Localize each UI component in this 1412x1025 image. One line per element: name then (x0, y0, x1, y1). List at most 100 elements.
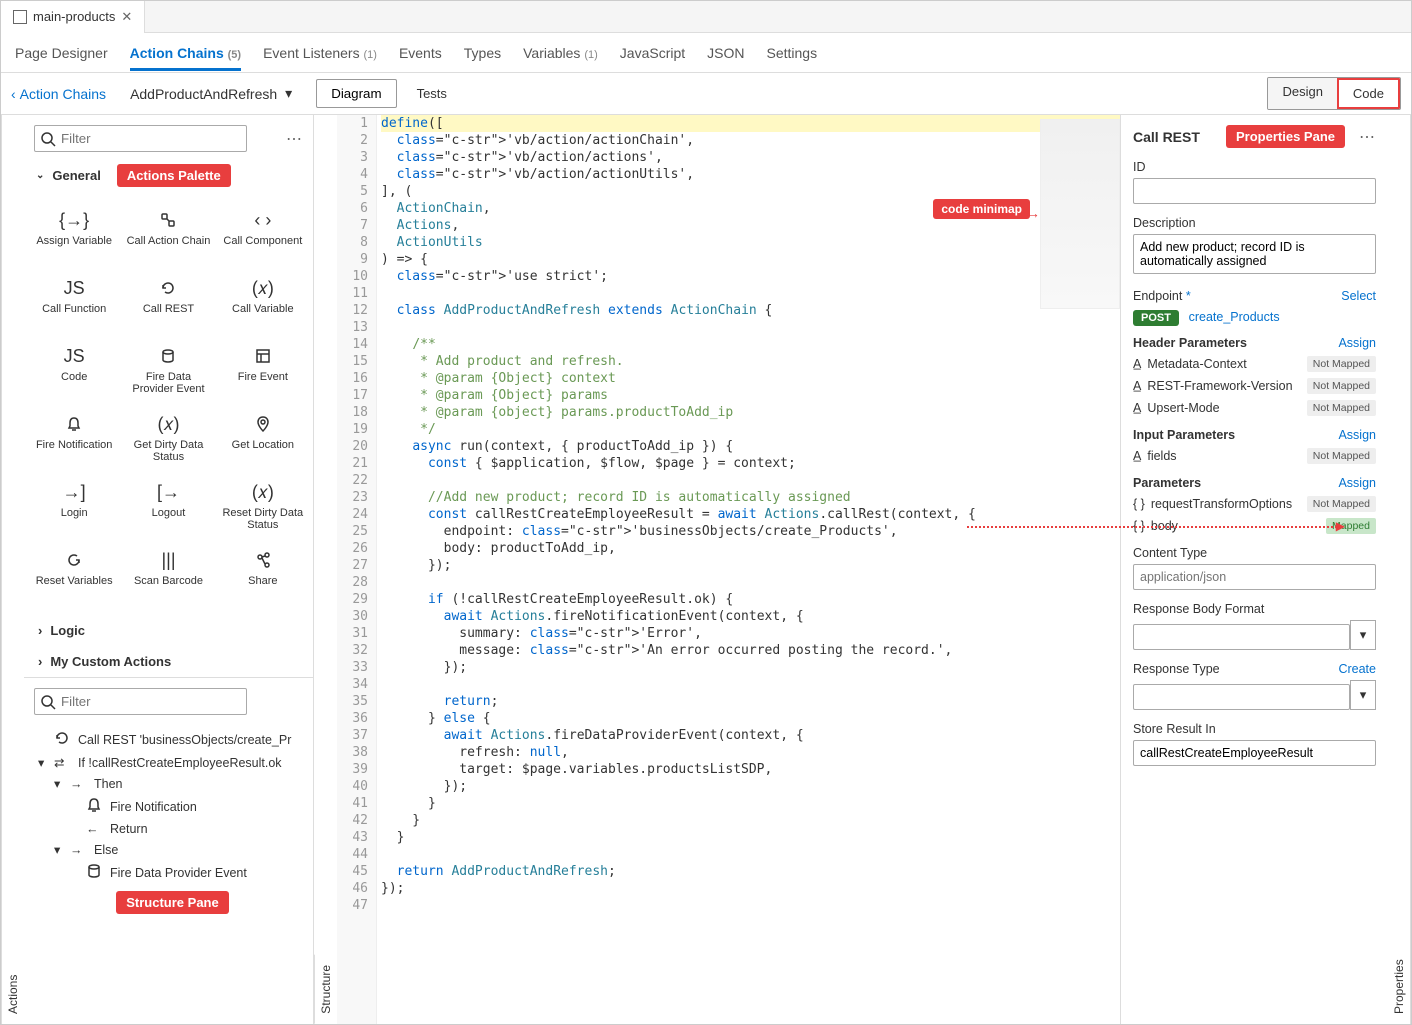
general-section-header[interactable]: ⌄ General Actions Palette (24, 158, 313, 193)
header-param-row[interactable]: A̲ Upsert-ModeNot Mapped (1133, 400, 1376, 416)
tab-action-chains[interactable]: Action Chains (5) (130, 35, 241, 71)
header-assign-link[interactable]: Assign (1338, 336, 1376, 350)
structure-row[interactable]: Call REST 'businessObjects/create_Pr (38, 727, 305, 752)
toolbar: ‹ Action Chains AddProductAndRefresh ▾ D… (1, 73, 1411, 115)
logic-section-header[interactable]: › Logic (24, 615, 313, 646)
resp-type-dropdown[interactable]: ▾ (1350, 680, 1376, 710)
palette-item-icon: {→} (59, 209, 89, 231)
properties-pane: Call REST Properties Pane ⋯ ID Descripti… (1120, 115, 1388, 1024)
code-minimap[interactable] (1040, 119, 1120, 309)
palette-item[interactable]: Call Action Chain (122, 201, 214, 267)
resp-format-dropdown[interactable]: ▾ (1350, 620, 1376, 650)
palette-item-icon: ‹ › (254, 209, 271, 231)
palette-filter-input[interactable] (34, 125, 247, 152)
id-input[interactable] (1133, 178, 1376, 204)
desc-label: Description (1133, 216, 1376, 230)
view-toggle: Design Code (1267, 77, 1401, 110)
tab-variables[interactable]: Variables (1) (523, 35, 598, 71)
structure-row[interactable]: ←Return (38, 819, 305, 839)
palette-item[interactable]: (𝑥)Call Variable (217, 269, 309, 335)
resp-format-input[interactable] (1133, 624, 1350, 650)
structure-row[interactable]: ▾→Then (38, 773, 305, 794)
structure-row[interactable]: ▾⇄If !callRestCreateEmployeeResult.ok (38, 752, 305, 773)
palette-item[interactable]: JSCall Function (28, 269, 120, 335)
tab-settings[interactable]: Settings (766, 35, 817, 71)
palette-item[interactable]: |||Scan Barcode (122, 541, 214, 607)
properties-vertical-label[interactable]: Properties (1388, 115, 1411, 1024)
palette-item[interactable]: Call REST (122, 269, 214, 335)
palette-item[interactable]: Fire Event (217, 337, 309, 403)
palette-item-label: Code (61, 371, 87, 383)
param-status: Not Mapped (1307, 448, 1376, 464)
input-assign-link[interactable]: Assign (1338, 428, 1376, 442)
chevron-down-icon: ▾ (285, 85, 292, 102)
structure-vertical-label[interactable]: Structure (314, 955, 337, 1024)
param-row[interactable]: { } requestTransformOptionsNot Mapped (1133, 496, 1376, 512)
params-assign-link[interactable]: Assign (1338, 476, 1376, 490)
tab-types[interactable]: Types (464, 35, 501, 71)
palette-item[interactable]: Fire Data Provider Event (122, 337, 214, 403)
input-param-row[interactable]: A̲ fieldsNot Mapped (1133, 448, 1376, 464)
palette-item[interactable]: Fire Notification (28, 405, 120, 471)
row-label: If !callRestCreateEmployeeResult.ok (78, 756, 282, 770)
store-label: Store Result In (1133, 722, 1376, 736)
palette-item[interactable]: →]Login (28, 473, 120, 539)
row-label: Return (110, 822, 148, 836)
palette-item[interactable]: Share (217, 541, 309, 607)
chain-selector[interactable]: AddProductAndRefresh ▾ (130, 85, 292, 102)
tab-events[interactable]: Events (399, 35, 442, 71)
actions-vertical-label[interactable]: Actions (1, 115, 24, 1024)
palette-more-icon[interactable]: ⋯ (286, 129, 303, 149)
palette-item[interactable]: [→Logout (122, 473, 214, 539)
palette-item[interactable]: Reset Variables (28, 541, 120, 607)
row-icon: → (70, 777, 88, 791)
design-button[interactable]: Design (1268, 78, 1336, 109)
param-icon: A̲ (1133, 357, 1141, 371)
arrow-right-icon: → (1026, 205, 1040, 221)
palette-item-label: Assign Variable (36, 235, 112, 247)
header-param-row[interactable]: A̲ Metadata-ContextNot Mapped (1133, 356, 1376, 372)
param-icon: A̲ (1133, 401, 1141, 415)
tab-page-designer[interactable]: Page Designer (15, 35, 108, 71)
palette-item[interactable]: (𝑥)Reset Dirty Data Status (217, 473, 309, 539)
structure-row[interactable]: Fire Notification (38, 794, 305, 819)
structure-row[interactable]: ▾→Else (38, 839, 305, 860)
palette-item[interactable]: {→} Assign Variable (28, 201, 120, 267)
desc-input[interactable] (1133, 234, 1376, 274)
palette-item-label: Scan Barcode (134, 575, 203, 587)
param-name: requestTransformOptions (1151, 497, 1292, 511)
structure-row[interactable]: Fire Data Provider Event (38, 860, 305, 885)
row-label: Fire Data Provider Event (110, 866, 247, 880)
param-name: Metadata-Context (1147, 357, 1246, 371)
palette-item-icon: JS (64, 345, 85, 367)
endpoint-link[interactable]: create_Products (1189, 310, 1280, 324)
tests-link[interactable]: Tests (417, 86, 447, 101)
expand-icon: ▾ (54, 776, 64, 791)
palette-item[interactable]: (𝑥)Get Dirty Data Status (122, 405, 214, 471)
palette-item[interactable]: ‹ ›Call Component (217, 201, 309, 267)
store-input[interactable] (1133, 740, 1376, 766)
row-label: Fire Notification (110, 800, 197, 814)
close-tab-icon[interactable]: ✕ (121, 9, 132, 25)
code-button[interactable]: Code (1337, 78, 1400, 109)
content-type-label: Content Type (1133, 546, 1376, 560)
resp-type-create-link[interactable]: Create (1338, 662, 1376, 676)
palette-item[interactable]: JS Code (28, 337, 120, 403)
palette-item[interactable]: Get Location (217, 405, 309, 471)
tab-event-listeners[interactable]: Event Listeners (1) (263, 35, 377, 71)
content-type-input[interactable] (1133, 564, 1376, 590)
resp-type-input[interactable] (1133, 684, 1350, 710)
endpoint-select-link[interactable]: Select (1341, 289, 1376, 303)
code-editor[interactable]: 1 2 3 4 5 6 7 8 9 10 11 12 13 14 15 16 1… (337, 115, 1120, 1024)
diagram-button[interactable]: Diagram (316, 79, 396, 108)
props-more-icon[interactable]: ⋯ (1359, 127, 1376, 147)
tab-json[interactable]: JSON (707, 35, 744, 71)
header-param-row[interactable]: A̲ REST-Framework-VersionNot Mapped (1133, 378, 1376, 394)
custom-section-header[interactable]: › My Custom Actions (24, 646, 313, 677)
tab-javascript[interactable]: JavaScript (620, 35, 685, 71)
back-link[interactable]: ‹ Action Chains (11, 86, 106, 102)
param-name: REST-Framework-Version (1147, 379, 1292, 393)
file-tab[interactable]: main-products ✕ (1, 1, 145, 33)
structure-filter-input[interactable] (34, 688, 247, 715)
file-tab-name: main-products (33, 9, 115, 24)
